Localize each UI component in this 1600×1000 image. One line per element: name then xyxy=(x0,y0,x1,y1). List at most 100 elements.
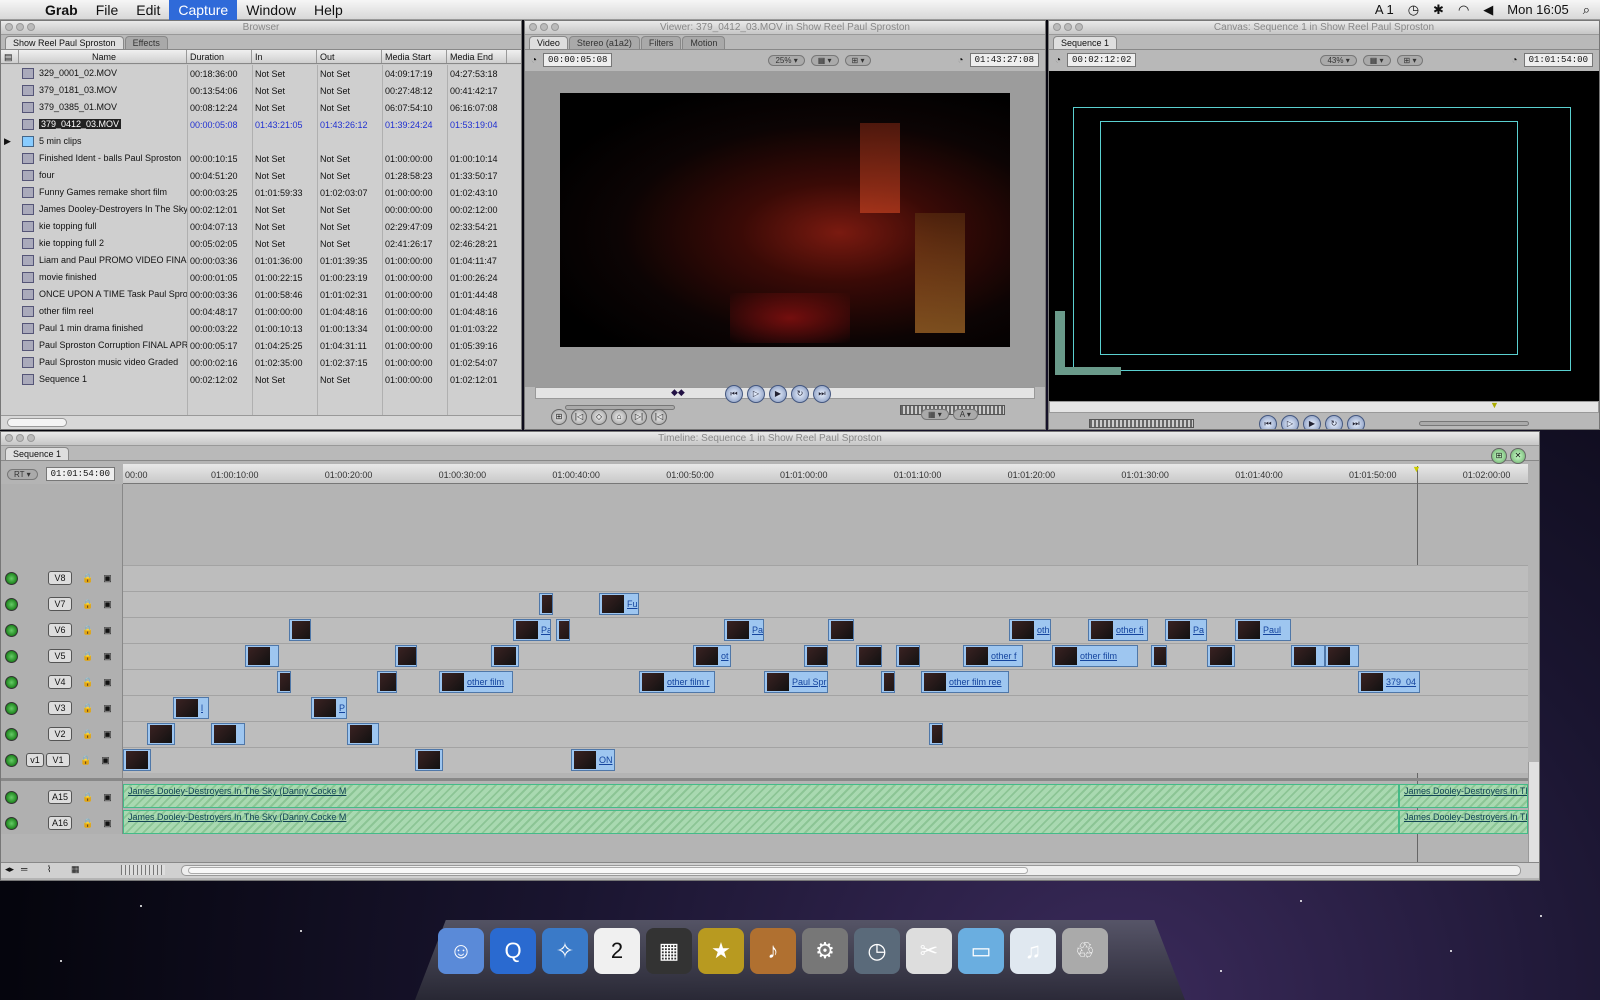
timeline-clip[interactable]: other film xyxy=(1052,645,1138,667)
timeline-clip[interactable]: Pa xyxy=(724,619,764,641)
lock-icon[interactable]: 🔒 xyxy=(82,625,93,636)
video-track-v8[interactable] xyxy=(123,565,1528,591)
imovie-icon[interactable]: ★ xyxy=(698,928,744,974)
timeline-clip[interactable] xyxy=(1207,645,1235,667)
track-label[interactable]: V7 xyxy=(48,597,72,611)
audio-clip[interactable]: James Dooley-Destroyers In The Sky (Dann… xyxy=(123,784,1399,808)
browser-row[interactable]: James Dooley-Destroyers In The Sky 00:02:… xyxy=(1,201,521,218)
lock-icon[interactable]: 🔒 xyxy=(82,677,93,688)
timeline-clip[interactable] xyxy=(856,645,882,667)
browser-row[interactable]: Sequence 1 00:02:12:02 Not Set Not Set 01:00… xyxy=(1,371,521,388)
timeline-clip[interactable]: other fi xyxy=(1088,619,1148,641)
timeline-clip[interactable]: P xyxy=(311,697,347,719)
auto-select-icon[interactable]: ▣ xyxy=(103,625,112,636)
zoom-slider[interactable] xyxy=(121,865,165,875)
time-machine-icon[interactable]: ◷ xyxy=(854,928,900,974)
tab-canvas-sequence[interactable]: Sequence 1 xyxy=(1053,36,1118,49)
zoom-button[interactable] xyxy=(551,23,559,31)
disclosure-triangle[interactable]: ▶ xyxy=(1,136,19,147)
timeline-clip[interactable] xyxy=(804,645,828,667)
play-in-to-out-icon[interactable]: ▷ xyxy=(1281,415,1299,429)
menu-help[interactable]: Help xyxy=(305,0,352,20)
rt-popup[interactable]: RT ▾ xyxy=(7,468,38,480)
browser-row[interactable]: kie topping full 00:04:07:13 Not Set Not Se… xyxy=(1,218,521,235)
track-visibility-icon[interactable] xyxy=(5,571,18,585)
timeline-clip[interactable]: ON xyxy=(571,749,615,771)
ical-icon[interactable]: 2 xyxy=(594,928,640,974)
browser-row[interactable]: Paul Sproston Corruption FINAL APR 00:00:… xyxy=(1,337,521,354)
timeline-clip[interactable]: Pa xyxy=(1165,619,1207,641)
playhead-icon[interactable]: ◆◆ xyxy=(671,387,685,398)
timeline-clip[interactable] xyxy=(395,645,417,667)
play-around-icon[interactable]: ↻ xyxy=(791,385,809,403)
track-label[interactable]: V2 xyxy=(48,727,72,741)
track-visibility-icon[interactable] xyxy=(5,701,18,715)
column-media-start[interactable]: Media Start xyxy=(382,50,447,63)
audio-clip[interactable]: James Dooley-Destroyers In The Sky (Dann… xyxy=(123,810,1399,834)
canvas-duration-timecode[interactable]: 00:02:12:02 xyxy=(1067,53,1137,67)
lock-icon[interactable]: 🔒 xyxy=(82,818,93,829)
go-next-edit-icon[interactable]: ⏭ xyxy=(1347,415,1365,429)
menu-window[interactable]: Window xyxy=(237,0,305,20)
snapping-toggle-icon[interactable]: ✕ xyxy=(1510,448,1526,464)
track-label[interactable]: V1 xyxy=(46,753,70,767)
column-out[interactable]: Out xyxy=(317,50,382,63)
playhead-icon[interactable]: ▼ xyxy=(1490,400,1499,410)
timeline-clip[interactable]: 379_04 xyxy=(1358,671,1420,693)
close-button[interactable] xyxy=(529,23,537,31)
timeline-clip[interactable]: l xyxy=(173,697,209,719)
timeline-clip[interactable] xyxy=(1325,645,1359,667)
timeline-current-timecode[interactable]: 01:01:54:00 xyxy=(45,467,116,481)
timeline-clip[interactable] xyxy=(828,619,854,641)
column-media-end[interactable]: Media End xyxy=(447,50,507,63)
timeline-clip[interactable] xyxy=(147,723,175,745)
timeline-clip[interactable]: ot xyxy=(693,645,731,667)
browser-row[interactable]: movie finished 00:00:01:05 01:00:22:15 01:0… xyxy=(1,269,521,286)
menu-clock[interactable]: Mon 16:05 xyxy=(1507,2,1568,17)
mark-in-icon[interactable]: ▷| xyxy=(631,409,647,425)
timeline-scroll-thumb[interactable] xyxy=(188,867,1028,874)
safari-icon[interactable]: ✧ xyxy=(542,928,588,974)
minimize-button[interactable] xyxy=(540,23,548,31)
go-previous-edit-icon[interactable]: ⏮ xyxy=(1259,415,1277,429)
timeline-clip[interactable]: co xyxy=(881,671,895,693)
menu-app-name[interactable]: Grab xyxy=(36,0,87,20)
timeline-clip[interactable] xyxy=(556,619,570,641)
trash-icon[interactable]: ♲ xyxy=(1062,928,1108,974)
tab-effects[interactable]: Effects xyxy=(124,36,168,49)
close-button[interactable] xyxy=(5,23,13,31)
tab-motion[interactable]: Motion xyxy=(682,36,726,49)
timeline-clip[interactable] xyxy=(211,723,245,745)
tab-timeline-sequence[interactable]: Sequence 1 xyxy=(5,447,70,460)
auto-select-icon[interactable]: ▣ xyxy=(103,818,112,829)
auto-select-icon[interactable]: ▣ xyxy=(103,792,112,803)
adobe-status-icon[interactable]: A 1 xyxy=(1375,2,1394,17)
add-marker-icon[interactable]: ⌂ xyxy=(611,409,627,425)
play-icon[interactable]: ▶ xyxy=(1303,415,1321,429)
menu-file[interactable]: File xyxy=(87,0,128,20)
timeline-clip[interactable] xyxy=(377,671,397,693)
video-audio-divider[interactable] xyxy=(1,778,1539,781)
lock-icon[interactable]: 🔒 xyxy=(82,651,93,662)
track-label[interactable]: V5 xyxy=(48,649,72,663)
track-audible-icon[interactable] xyxy=(5,790,18,804)
garageband-icon[interactable]: ♪ xyxy=(750,928,796,974)
clapper-icon[interactable]: ▦ xyxy=(646,928,692,974)
video-track-v2[interactable] xyxy=(123,721,1528,747)
go-next-edit-icon[interactable]: ⏭ xyxy=(813,385,831,403)
time-machine-menu-icon[interactable]: ◷ xyxy=(1408,2,1419,18)
browser-row[interactable]: four 00:04:51:20 Not Set Not Set 01:28:58:23… xyxy=(1,167,521,184)
track-height-icon[interactable]: ═ xyxy=(21,864,27,874)
browser-hscrollbar[interactable] xyxy=(1,415,521,429)
lock-icon[interactable]: 🔒 xyxy=(82,599,93,610)
timeline-clip[interactable]: O xyxy=(277,671,291,693)
auto-select-icon[interactable]: ▣ xyxy=(103,703,112,714)
timeline-clip[interactable] xyxy=(415,749,443,771)
browser-row[interactable]: Finished Ident - balls Paul Sproston 00:0… xyxy=(1,150,521,167)
tab-project[interactable]: Show Reel Paul Sproston xyxy=(5,36,124,49)
play-around-icon[interactable]: ↻ xyxy=(1325,415,1343,429)
browser-row[interactable]: 379_0181_03.MOV 00:13:54:06 Not Set Not Set… xyxy=(1,82,521,99)
lock-icon[interactable]: 🔒 xyxy=(82,573,93,584)
track-label[interactable]: V3 xyxy=(48,701,72,715)
viewer-zoom-popup[interactable]: 25% ▾ xyxy=(768,54,805,66)
